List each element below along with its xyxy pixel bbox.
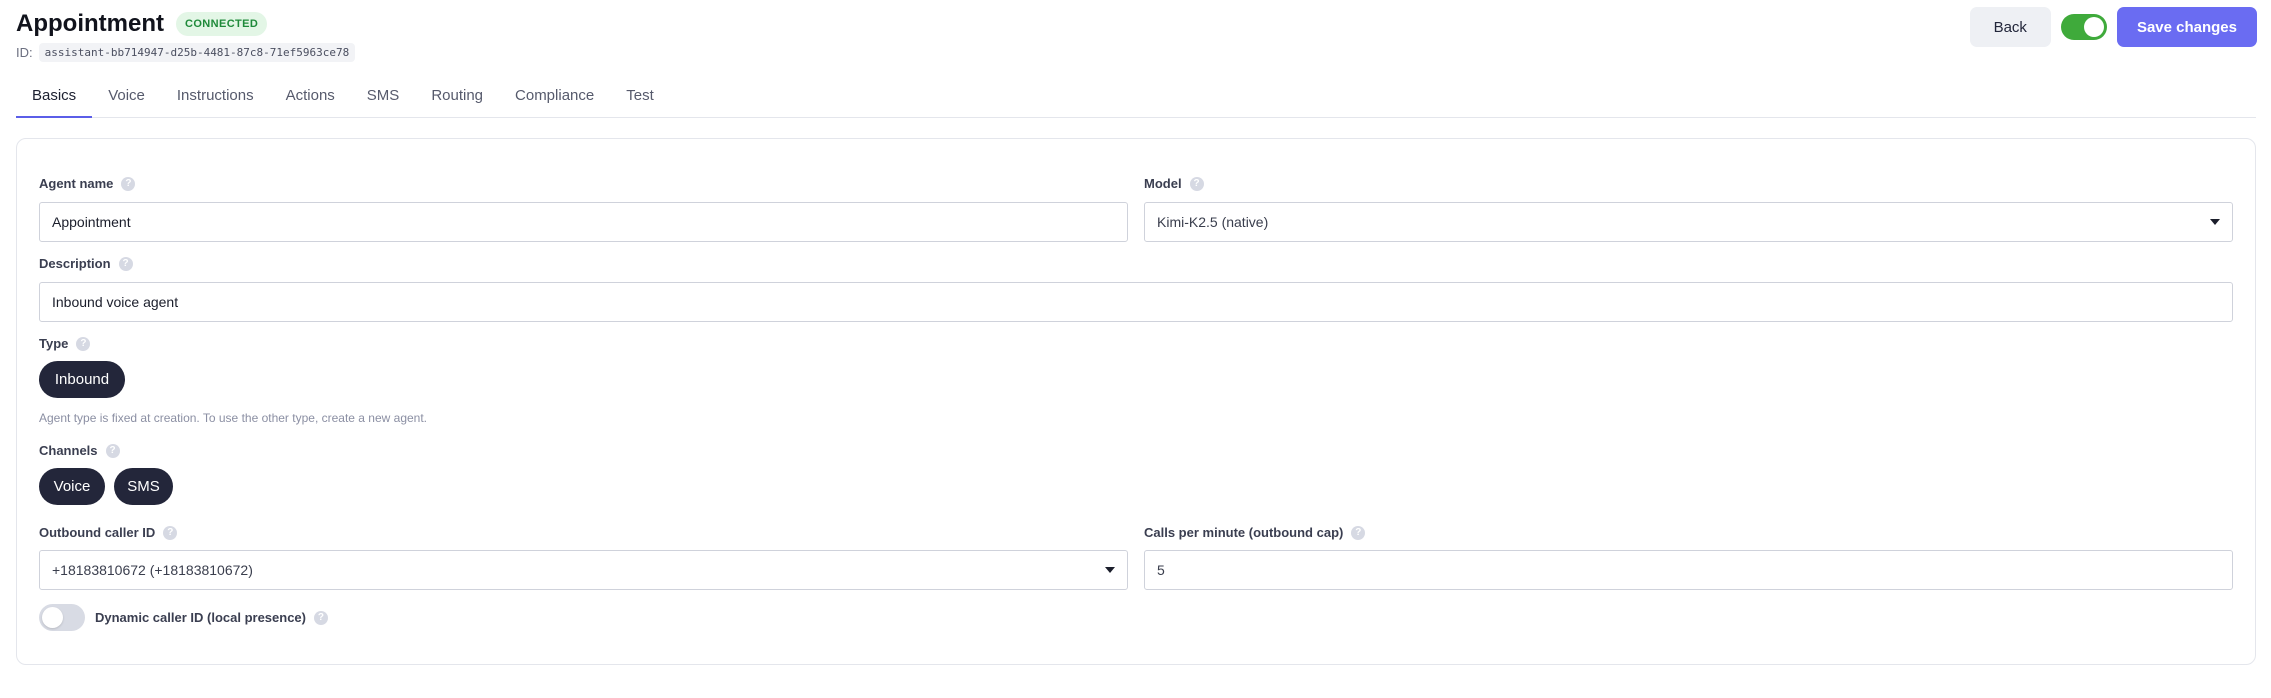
channels-label-text: Channels <box>39 443 98 458</box>
help-icon[interactable]: ? <box>76 336 91 351</box>
calls-per-minute-input[interactable]: 5 <box>1144 550 2233 590</box>
tab-routing[interactable]: Routing <box>415 80 499 118</box>
status-badge: CONNECTED <box>175 12 268 36</box>
type-inbound-pill[interactable]: Inbound <box>39 361 125 398</box>
dynamic-caller-id-toggle[interactable] <box>39 604 85 631</box>
id-label: ID: <box>16 45 33 60</box>
channels-label: Channels ? <box>39 443 120 458</box>
tab-actions[interactable]: Actions <box>270 80 351 118</box>
channel-voice-pill[interactable]: Voice <box>39 468 105 505</box>
help-icon[interactable]: ? <box>313 610 328 625</box>
calls-per-minute-value: 5 <box>1157 562 1165 578</box>
tab-sms[interactable]: SMS <box>351 80 416 118</box>
description-label: Description ? <box>39 256 133 271</box>
tab-basics[interactable]: Basics <box>16 80 93 118</box>
basics-form-card: Agent name ? Appointment Model ? Kimi-K2… <box>16 138 2256 665</box>
page-header: Appointment CONNECTED ID: assistant-bb71… <box>16 8 356 62</box>
chevron-down-icon <box>2210 219 2220 225</box>
tab-test[interactable]: Test <box>610 80 670 118</box>
page-title: Appointment <box>16 10 164 37</box>
help-icon[interactable]: ? <box>1189 176 1204 191</box>
description-input[interactable]: Inbound voice agent <box>39 282 2233 322</box>
chevron-down-icon <box>1105 567 1115 573</box>
agent-name-label: Agent name ? <box>39 176 136 191</box>
channel-sms-pill[interactable]: SMS <box>114 468 173 505</box>
tab-compliance[interactable]: Compliance <box>499 80 610 118</box>
type-label-text: Type <box>39 336 69 351</box>
dynamic-caller-id-label: Dynamic caller ID (local presence) ? <box>95 610 328 625</box>
description-label-text: Description <box>39 256 111 271</box>
save-changes-button[interactable]: Save changes <box>2116 7 2257 47</box>
help-icon[interactable]: ? <box>1351 525 1366 540</box>
help-icon[interactable]: ? <box>121 176 136 191</box>
calls-per-minute-label-text: Calls per minute (outbound cap) <box>1144 525 1344 540</box>
type-label: Type ? <box>39 336 91 351</box>
help-icon[interactable]: ? <box>163 525 178 540</box>
agent-id-value: assistant-bb714947-d25b-4481-87c8-71ef59… <box>38 43 356 62</box>
dynamic-caller-id-label-text: Dynamic caller ID (local presence) <box>95 610 306 625</box>
header-actions: Back Save changes <box>1969 7 2257 47</box>
outbound-caller-id-label-text: Outbound caller ID <box>39 525 156 540</box>
calls-per-minute-label: Calls per minute (outbound cap) ? <box>1144 525 1366 540</box>
agent-name-label-text: Agent name <box>39 176 114 191</box>
help-icon[interactable]: ? <box>118 256 133 271</box>
agent-name-input[interactable]: Appointment <box>39 202 1128 242</box>
tab-bar: Basics Voice Instructions Actions SMS Ro… <box>16 80 2256 118</box>
description-value: Inbound voice agent <box>52 294 179 310</box>
model-label: Model ? <box>1144 176 1204 191</box>
type-hint-text: Agent type is fixed at creation. To use … <box>39 411 428 425</box>
agent-enabled-toggle[interactable] <box>2060 14 2107 40</box>
model-value: Kimi-K2.5 (native) <box>1157 214 1269 230</box>
tab-instructions[interactable]: Instructions <box>161 80 270 118</box>
toggle-knob <box>42 607 63 628</box>
back-button[interactable]: Back <box>1969 7 2051 47</box>
outbound-caller-id-select[interactable]: +18183810672 (+18183810672) <box>39 550 1128 590</box>
help-icon[interactable]: ? <box>105 443 120 458</box>
toggle-knob <box>2083 17 2104 37</box>
agent-id-row: ID: assistant-bb714947-d25b-4481-87c8-71… <box>16 43 356 62</box>
model-select[interactable]: Kimi-K2.5 (native) <box>1144 202 2233 242</box>
outbound-caller-id-label: Outbound caller ID ? <box>39 525 178 540</box>
outbound-caller-id-value: +18183810672 (+18183810672) <box>52 562 253 578</box>
model-label-text: Model <box>1144 176 1182 191</box>
tab-voice[interactable]: Voice <box>92 80 161 118</box>
agent-name-value: Appointment <box>52 214 131 230</box>
